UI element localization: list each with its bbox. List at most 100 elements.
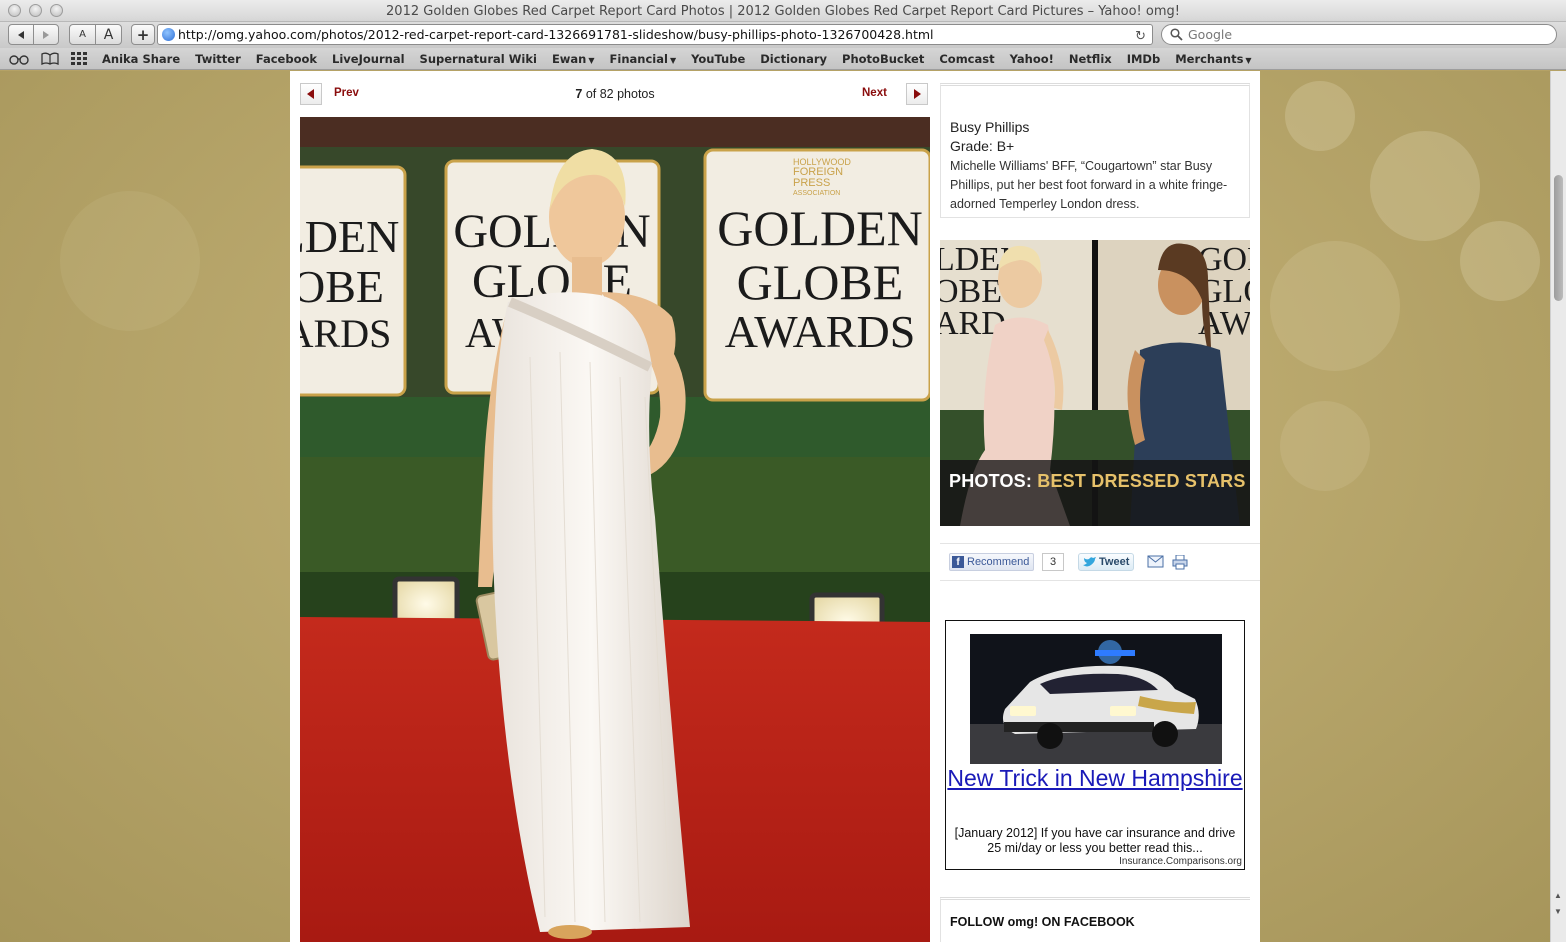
- bookmark-item[interactable]: Financial ▼: [610, 52, 677, 66]
- url-text: http://omg.yahoo.com/photos/2012-red-car…: [178, 27, 934, 42]
- bookmark-label: PhotoBucket: [842, 52, 925, 66]
- address-bar[interactable]: http://omg.yahoo.com/photos/2012-red-car…: [157, 24, 1153, 45]
- dropdown-caret-icon: ▼: [1245, 56, 1252, 65]
- sign-left-line-1: LDEN: [300, 211, 399, 262]
- bookmark-item[interactable]: Yahoo!: [1010, 52, 1054, 66]
- forward-button[interactable]: [33, 24, 59, 45]
- bookmark-item[interactable]: Anika Share: [102, 52, 180, 66]
- text-bigger-button[interactable]: A: [95, 24, 122, 45]
- main-photo[interactable]: LDEN OBE ARDS GOLDEN GLOBE AWARDS GOLDEN…: [300, 117, 930, 942]
- bookmark-label: LiveJournal: [332, 52, 405, 66]
- reading-list-glasses-icon[interactable]: [9, 53, 29, 65]
- background-bokeh: [1270, 241, 1400, 371]
- bookmarks-bar: Anika Share Twitter Facebook LiveJournal Sup…: [0, 48, 1566, 70]
- search-placeholder: Google: [1188, 27, 1233, 42]
- bookmark-label: Supernatural Wiki: [419, 52, 537, 66]
- scrollbar-thumb[interactable]: [1554, 175, 1563, 301]
- bookmarks-book-icon[interactable]: [41, 52, 59, 65]
- dropdown-caret-icon: ▼: [588, 56, 595, 65]
- bookmark-label: Comcast: [939, 52, 995, 66]
- next-arrow-button[interactable]: [906, 83, 928, 105]
- next-triangle-icon: [914, 89, 921, 99]
- background-bokeh: [1370, 131, 1480, 241]
- facebook-icon: f: [952, 556, 964, 568]
- print-icon[interactable]: [1172, 555, 1188, 570]
- bookmark-item[interactable]: Ewan ▼: [552, 52, 595, 66]
- page-viewport: Prev 7 of 82 photos Next DEN OBE RDS GLO…: [0, 71, 1566, 942]
- ad-image: [970, 634, 1222, 764]
- dropdown-caret-icon: ▼: [669, 56, 677, 65]
- forward-arrow-icon: [43, 30, 49, 39]
- follow-facebook-heading: FOLLOW omg! ON FACEBOOK: [950, 915, 1135, 929]
- twitter-bird-icon: [1083, 556, 1096, 566]
- background-bokeh: [60, 191, 200, 331]
- ad-headline-link[interactable]: New Trick in New Hampshire: [946, 765, 1244, 792]
- facebook-recommend-button[interactable]: f Recommend: [949, 553, 1035, 571]
- back-arrow-icon: [18, 30, 24, 39]
- bookmark-label: Facebook: [255, 52, 318, 66]
- page-scrollbar[interactable]: ▲ ▼: [1550, 71, 1566, 942]
- ad-source[interactable]: Insurance.Comparisons.org: [1119, 856, 1242, 867]
- promo-prefix: PHOTOS:: [949, 471, 1033, 491]
- bookmark-label: IMDb: [1126, 52, 1161, 66]
- bookmark-item[interactable]: YouTube: [691, 52, 745, 66]
- sign-left-line-3: ARDS: [300, 311, 391, 356]
- bookmark-label: Financial: [609, 52, 668, 66]
- scroll-up-arrow[interactable]: ▲: [1554, 891, 1562, 900]
- bookmark-item[interactable]: Dictionary: [760, 52, 827, 66]
- search-input[interactable]: Google: [1161, 24, 1557, 45]
- bookmark-item[interactable]: Netflix: [1069, 52, 1112, 66]
- share-toolbar: f Recommend 3 Tweet: [940, 543, 1260, 581]
- tweet-button[interactable]: Tweet: [1078, 553, 1135, 571]
- reload-icon[interactable]: ↻: [1135, 27, 1146, 44]
- text-smaller-button[interactable]: A: [69, 24, 96, 45]
- bookmark-label: Yahoo!: [1009, 52, 1054, 66]
- scroll-down-arrow[interactable]: ▼: [1554, 907, 1562, 916]
- photo-caption: Busy Phillips Grade: B+ Michelle William…: [940, 83, 1250, 218]
- bookmark-label: Twitter: [195, 52, 241, 66]
- bookmark-label: Dictionary: [760, 52, 828, 66]
- recommend-label: Recommend: [967, 556, 1030, 568]
- bookmark-item[interactable]: LiveJournal: [332, 52, 405, 66]
- top-sites-grid-icon[interactable]: [71, 52, 87, 65]
- bookmark-label: Anika Share: [102, 52, 181, 66]
- hfpa-line-3: PRESS: [793, 177, 830, 189]
- back-button[interactable]: [8, 24, 34, 45]
- police-car-image: [970, 634, 1222, 764]
- promo-headline: PHOTOS: BEST DRESSED STARS: [949, 471, 1246, 492]
- slideshow-nav: Prev 7 of 82 photos Next: [300, 83, 930, 105]
- email-icon[interactable]: [1147, 555, 1164, 568]
- hfpa-line-4: ASSOCIATION: [793, 190, 840, 197]
- bookmark-item[interactable]: Twitter: [195, 52, 241, 66]
- next-link[interactable]: Next: [862, 87, 887, 99]
- celebrity-name: Busy Phillips: [950, 119, 1030, 135]
- bookmark-label: Netflix: [1068, 52, 1112, 66]
- best-dressed-promo[interactable]: LDEN OBE ARD GOL GLO AW: [940, 240, 1250, 526]
- search-icon: [1170, 28, 1183, 41]
- red-carpet-photo: LDEN OBE ARDS GOLDEN GLOBE AWARDS GOLDEN…: [300, 117, 930, 942]
- background-bokeh: [1460, 221, 1540, 301]
- bookmark-item[interactable]: PhotoBucket: [842, 52, 924, 66]
- bookmark-label: YouTube: [691, 52, 746, 66]
- bookmark-item[interactable]: Comcast: [939, 52, 994, 66]
- browser-toolbar: A A + http://omg.yahoo.com/photos/2012-r…: [0, 22, 1566, 48]
- celebrity-grade: Grade: B+: [950, 138, 1015, 154]
- follow-facebook-box: FOLLOW omg! ON FACEBOOK: [940, 897, 1250, 942]
- sign-left-line-2: OBE: [300, 261, 384, 312]
- sign-right-line-2: GLOBE: [737, 254, 904, 310]
- insurance-ad[interactable]: New Trick in New Hampshire [January 2012…: [945, 620, 1245, 870]
- bookmark-item[interactable]: Facebook: [256, 52, 317, 66]
- sign-right-line-3: AWARDS: [725, 306, 916, 357]
- sign-right-line-1: GOLDEN: [717, 200, 923, 256]
- bookmark-item[interactable]: Supernatural Wiki: [420, 52, 537, 66]
- add-bookmark-button[interactable]: +: [131, 24, 155, 45]
- tweet-label: Tweet: [1099, 556, 1130, 568]
- bookmark-item[interactable]: IMDb: [1127, 52, 1161, 66]
- recommend-count: 3: [1042, 553, 1064, 571]
- window-titlebar: 2012 Golden Globes Red Carpet Report Car…: [0, 0, 1566, 22]
- content-page: Prev 7 of 82 photos Next DEN OBE RDS GLO…: [290, 71, 1260, 942]
- background-bokeh: [1280, 401, 1370, 491]
- bookmark-item[interactable]: Merchants ▼: [1175, 52, 1251, 66]
- promo-highlight: BEST DRESSED STARS: [1037, 471, 1246, 491]
- bookmark-label: Merchants: [1175, 52, 1244, 66]
